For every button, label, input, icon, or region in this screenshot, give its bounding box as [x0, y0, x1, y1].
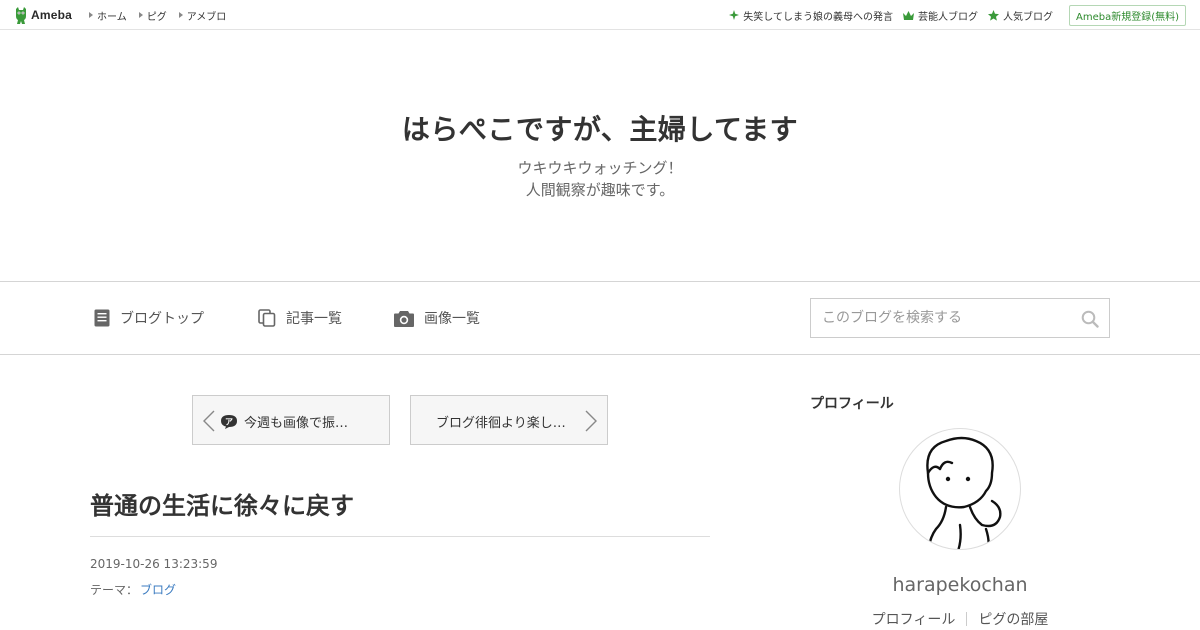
prev-entry-body: ア 今週も画像で振…	[220, 412, 348, 431]
chevron-left-icon	[203, 410, 215, 432]
global-nav-ameblo[interactable]: アメブロ	[178, 8, 227, 23]
featured-article-link[interactable]: 失笑してしまう娘の義母への発言	[729, 8, 893, 23]
crown-icon	[902, 10, 914, 20]
global-nav-label: ホーム	[97, 11, 127, 23]
popular-blog-link[interactable]: 人気ブログ	[987, 8, 1053, 23]
search-input[interactable]	[811, 299, 1071, 337]
camera-icon	[394, 310, 414, 327]
blog-description-line: 人間観察が趣味です。	[525, 181, 675, 199]
copy-icon	[258, 309, 276, 327]
blog-description-line: ウキウキウォッチング！	[517, 159, 683, 177]
nav-label: 画像一覧	[424, 311, 480, 327]
pigg-room-link[interactable]: ピグの部屋	[978, 609, 1048, 629]
theme-label: テーマ：	[90, 583, 139, 597]
blog-nav: ブログトップ 記事一覧 画像一覧	[0, 281, 1200, 355]
sparkle-icon	[729, 10, 740, 20]
nav-label: 記事一覧	[286, 311, 342, 327]
global-nav-label: ピグ	[146, 11, 167, 23]
featured-article-label: 失笑してしまう娘の義母への発言	[743, 11, 893, 23]
logo-text: Ameba	[31, 8, 73, 22]
chevron-right-icon	[585, 410, 597, 432]
global-nav: ホーム ピグ アメブロ	[89, 0, 226, 30]
nav-label: ブログトップ	[120, 311, 204, 327]
search-button[interactable]	[1079, 308, 1101, 330]
header-links: 失笑してしまう娘の義母への発言 芸能人ブログ 人気ブログ Ameba新規登録(無…	[719, 0, 1186, 30]
global-nav-label: アメブロ	[186, 11, 227, 23]
entry-date: 2019-10-26 13:23:59	[90, 557, 218, 571]
nav-image-list[interactable]: 画像一覧	[394, 306, 480, 330]
global-nav-pigg[interactable]: ピグ	[138, 8, 167, 23]
nav-blog-top[interactable]: ブログトップ	[94, 306, 204, 330]
next-entry-body: ブログ徘徊より楽し…	[436, 412, 566, 431]
entry-title[interactable]: 普通の生活に徐々に戻す	[90, 486, 354, 521]
celebrity-blog-link[interactable]: 芸能人ブログ	[902, 8, 978, 23]
blog-description: ウキウキウォッチング！ 人間観察が趣味です。	[0, 157, 1200, 201]
triangle-right-icon	[138, 12, 143, 18]
celebrity-blog-label: 芸能人ブログ	[917, 11, 978, 23]
profile-heading: プロフィール	[810, 396, 894, 412]
next-entry-link[interactable]: ブログ徘徊より楽し…	[410, 395, 608, 445]
nav-article-list[interactable]: 記事一覧	[258, 306, 342, 330]
global-nav-home[interactable]: ホーム	[89, 8, 127, 23]
ameba-mascot-icon	[16, 6, 26, 24]
register-button[interactable]: Ameba新規登録(無料)	[1068, 4, 1186, 26]
document-icon	[94, 309, 110, 327]
blog-title[interactable]: はらぺこですが、主婦してます	[0, 108, 1200, 148]
prev-entry-title: 今週も画像で振…	[244, 416, 349, 431]
blog-search	[810, 298, 1110, 338]
profile-username[interactable]: harapekochan	[810, 574, 1110, 596]
triangle-right-icon	[178, 12, 183, 18]
triangle-right-icon	[89, 12, 93, 18]
theme-link[interactable]: ブログ	[140, 581, 176, 598]
entry-theme: テーマ： ブログ	[90, 581, 176, 598]
badge-char: ア	[225, 417, 233, 426]
ameba-logo[interactable]: Ameba	[14, 6, 72, 24]
avatar[interactable]	[899, 428, 1021, 550]
star-icon	[987, 9, 999, 21]
global-header: Ameba ホーム ピグ アメブロ 失笑してしまう娘の義母への発言 芸能人ブログ…	[0, 0, 1200, 30]
profile-link[interactable]: プロフィール	[872, 609, 956, 629]
ameba-badge-icon: ア	[221, 414, 237, 429]
popular-blog-label: 人気ブログ	[1002, 11, 1053, 23]
avatar-illustration	[926, 436, 1002, 549]
title-divider	[90, 536, 710, 537]
profile-links: プロフィール ピグの部屋	[810, 609, 1110, 629]
search-icon	[1081, 310, 1099, 328]
next-entry-title: ブログ徘徊より楽し…	[436, 416, 566, 431]
prev-entry-link[interactable]: ア 今週も画像で振…	[192, 395, 390, 445]
link-divider	[966, 612, 968, 626]
